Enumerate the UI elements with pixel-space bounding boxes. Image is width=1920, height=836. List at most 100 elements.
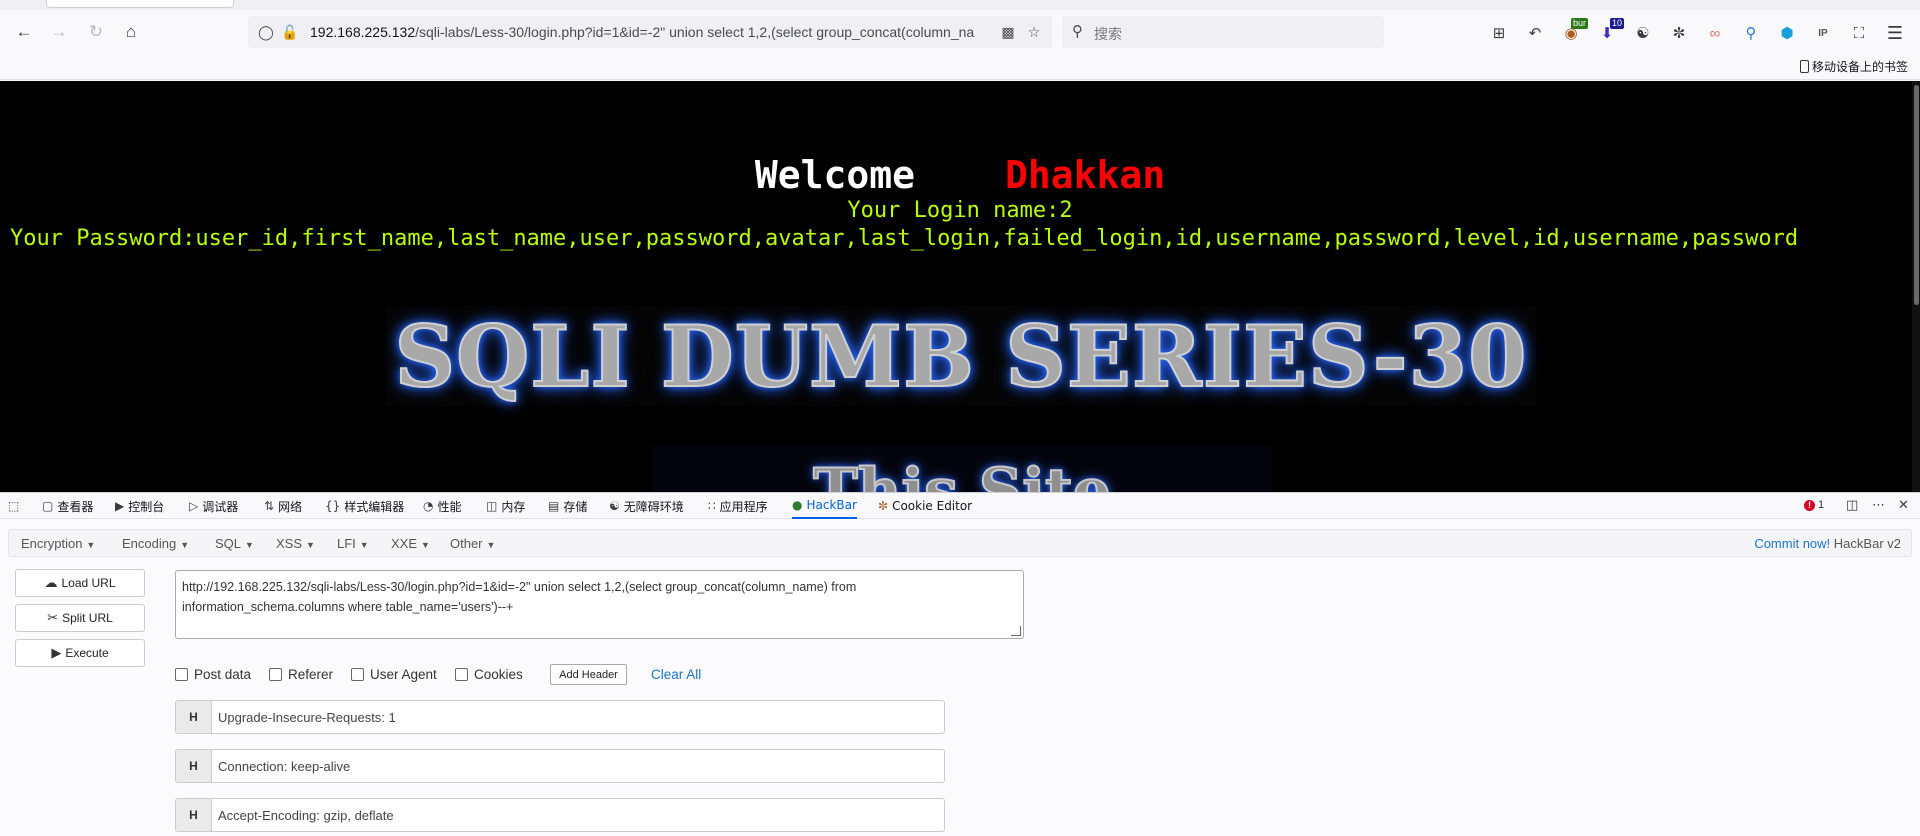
hackbar-menubar: Encryption ▼ Encoding ▼ SQL ▼ XSS ▼ LFI ▼ XXE… — [8, 529, 1912, 557]
caret-down-icon: ▼ — [359, 540, 369, 550]
execute-button[interactable]: ▶ Execute — [15, 639, 145, 667]
this-site-banner-text: This Site — [812, 455, 1112, 492]
rings-extension-icon[interactable]: ∞ — [1702, 20, 1728, 46]
caret-down-icon: ▼ — [421, 540, 430, 550]
qr-code-icon[interactable]: ▩ — [998, 22, 1018, 42]
network-icon: ⇅ — [264, 499, 275, 513]
undo-icon[interactable]: ↶ — [1522, 20, 1548, 46]
error-icon: ! — [1804, 499, 1815, 511]
tab-cookie-editor[interactable]: ✼ Cookie Editor — [878, 493, 972, 519]
caret-down-icon: ▼ — [86, 540, 96, 550]
checkbox-box[interactable] — [175, 668, 188, 681]
reload-icon[interactable]: ↻ — [82, 18, 110, 46]
tab-console[interactable]: ▶ 控制台 — [115, 493, 164, 519]
menu-xss[interactable]: XSS ▼ — [276, 536, 315, 551]
tab-memory[interactable]: ◫ 内存 — [486, 493, 525, 519]
home-icon[interactable]: ⌂ — [117, 18, 145, 46]
back-arrow-icon[interactable]: ← — [10, 18, 38, 46]
menu-encoding[interactable]: Encoding ▼ — [122, 536, 189, 551]
tab-application[interactable]: ∷ 应用程序 — [708, 493, 768, 519]
hackbar-icon: ● — [792, 498, 803, 512]
dhakkan-name: Dhakkan — [1005, 153, 1166, 197]
header-value-field[interactable]: Accept-Encoding: gzip, deflate — [212, 799, 944, 831]
scrollbar-thumb[interactable] — [1914, 85, 1919, 305]
menu-label: Other — [450, 536, 483, 551]
insecure-lock-icon[interactable]: 🔓 — [280, 22, 300, 42]
header-row: H Connection: keep-alive — [175, 749, 945, 783]
tab-accessibility[interactable]: ☯ 无障碍环境 — [609, 493, 684, 519]
url-textarea[interactable]: http://192.168.225.132/sqli-labs/Less-30… — [175, 570, 1024, 639]
bookmark-star-icon[interactable]: ☆ — [1024, 22, 1044, 42]
referer-checkbox[interactable]: Referer — [269, 667, 333, 682]
location-pin-icon[interactable]: ⚲ — [1738, 20, 1764, 46]
tab-label: 存储 — [563, 499, 588, 514]
commit-now-link[interactable]: Commit now! — [1754, 536, 1830, 551]
tab-inspector[interactable]: ▢ 查看器 — [42, 493, 93, 519]
element-picker-icon[interactable]: ⬚ — [8, 493, 19, 519]
cube-extension-icon[interactable]: ⬢ — [1774, 20, 1800, 46]
address-bar[interactable]: ◯ 🔓 192.168.225.132/sqli-labs/Less-30/lo… — [248, 16, 1052, 48]
tab-label: 查看器 — [57, 499, 94, 514]
cookies-checkbox[interactable]: Cookies — [455, 667, 523, 682]
extension-ghost-icon[interactable]: ☯ — [1630, 20, 1656, 46]
shield-icon[interactable]: ◯ — [256, 22, 276, 42]
post-data-checkbox[interactable]: Post data — [175, 667, 251, 682]
tab-label: HackBar — [806, 498, 857, 512]
menu-label: Encoding — [122, 536, 177, 551]
tab-storage[interactable]: ▤ 存储 — [548, 493, 587, 519]
menu-encryption[interactable]: Encryption ▼ — [21, 536, 95, 551]
clear-all-link[interactable]: Clear All — [651, 667, 701, 682]
split-url-button[interactable]: ✂ Split URL — [15, 604, 145, 632]
tab-debugger[interactable]: ▷ 调试器 — [189, 493, 238, 519]
bookmarks-bar: 移动设备上的书签 — [0, 54, 1920, 80]
menu-label: XSS — [276, 536, 303, 551]
url-host: 192.168.225.132 — [310, 24, 416, 40]
burp-extension-icon[interactable]: ◉ bur — [1558, 18, 1588, 46]
mobile-bookmarks[interactable]: 移动设备上的书签 — [1799, 58, 1908, 75]
execute-label: Execute — [65, 646, 109, 660]
ip-extension-icon[interactable]: IP — [1810, 20, 1836, 46]
header-value-field[interactable]: Connection: keep-alive — [212, 750, 944, 782]
close-devtools-icon[interactable]: ✕ — [1898, 497, 1909, 513]
menu-xxe[interactable]: XXE ▼ — [391, 536, 430, 551]
forward-arrow-icon[interactable]: → — [45, 18, 73, 46]
menu-other[interactable]: Other ▼ — [450, 536, 495, 551]
extensions-puzzle-icon[interactable]: ⛶ — [1846, 20, 1872, 46]
resize-handle-icon[interactable] — [1011, 626, 1021, 636]
checkbox-box[interactable] — [351, 668, 364, 681]
more-options-icon[interactable]: ⋯ — [1872, 497, 1885, 513]
page-scrollbar[interactable] — [1912, 81, 1920, 492]
load-url-button[interactable]: ☁ Load URL — [15, 569, 145, 597]
user-agent-checkbox[interactable]: User Agent — [351, 667, 437, 682]
url-text[interactable]: 192.168.225.132/sqli-labs/Less-30/login.… — [310, 24, 992, 42]
tab-style-editor[interactable]: {} 样式编辑器 — [325, 493, 404, 519]
download-icon[interactable]: ⬇ 10 — [1594, 18, 1624, 46]
tab-performance[interactable]: ◔ 性能 — [423, 493, 462, 519]
add-header-button[interactable]: Add Header — [550, 664, 627, 685]
caret-down-icon: ▼ — [486, 540, 496, 550]
url-value-line-1: http://192.168.225.132/sqli-labs/Less-30… — [182, 580, 857, 594]
checkbox-box[interactable] — [269, 668, 282, 681]
series-banner-image: SQLI DUMB SERIES-30 — [386, 306, 1536, 407]
search-box[interactable]: ⚲ 搜索 — [1062, 16, 1384, 48]
dock-side-icon[interactable]: ◫ — [1846, 497, 1858, 513]
navigation-toolbar: ← → ↻ ⌂ ◯ 🔓 192.168.225.132/sqli-labs/Le… — [0, 10, 1920, 54]
screenshot-crop-icon[interactable]: ⊞ — [1486, 20, 1512, 46]
menu-sql[interactable]: SQL ▼ — [215, 536, 254, 551]
header-value-field[interactable]: Upgrade-Insecure-Requests: 1 — [212, 701, 944, 733]
url-path: /sqli-labs/Less-30/login.php?id=1&id=-2"… — [415, 24, 975, 40]
checkbox-box[interactable] — [455, 668, 468, 681]
search-icon: ⚲ — [1072, 23, 1083, 40]
tab-hackbar[interactable]: ● HackBar — [792, 493, 857, 519]
series-banner-text: SQLI DUMB SERIES-30 — [393, 306, 1528, 407]
download-badge: 10 — [1609, 18, 1624, 29]
cloud-download-icon: ☁ — [44, 575, 58, 590]
error-counter[interactable]: ! 1 — [1804, 499, 1824, 511]
cookie-icon[interactable]: ✼ — [1666, 20, 1692, 46]
menu-lfi[interactable]: LFI ▼ — [337, 536, 369, 551]
hamburger-menu-icon[interactable]: ☰ — [1882, 20, 1908, 46]
menu-label: XXE — [391, 536, 418, 551]
tab-network[interactable]: ⇅ 网络 — [264, 493, 302, 519]
tab-label: 应用程序 — [719, 499, 768, 514]
active-tab[interactable] — [46, 0, 234, 8]
